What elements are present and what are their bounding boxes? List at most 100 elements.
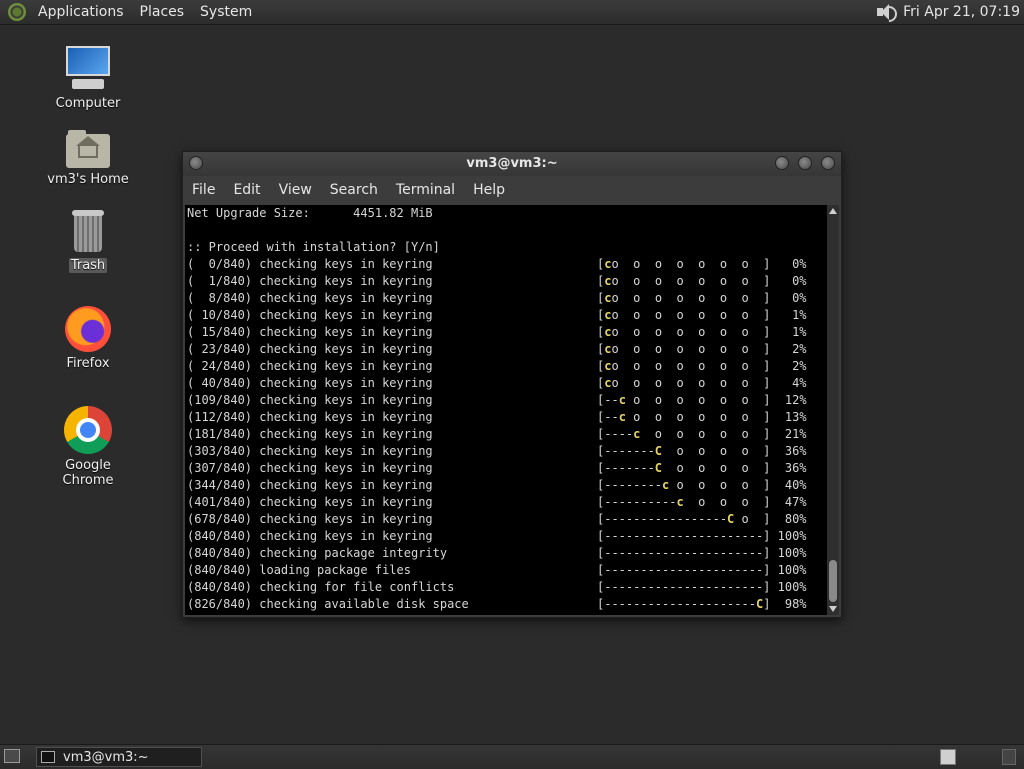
menu-edit[interactable]: Edit [224,182,269,198]
desktop-icon-home[interactable]: vm3's Home [38,130,138,187]
progress-bar: [----------------------] 100% [597,562,807,579]
desktop-icon-label: Firefox [66,356,110,371]
desktop-icon-trash[interactable]: Trash [38,210,138,273]
menu-help[interactable]: Help [464,182,514,198]
progress-bar-text: [----------------------] [597,563,771,577]
terminal-line-text: Net Upgrade Size: 4451.82 MiB [187,206,433,220]
terminal-line: (112/840) checking keys in keyring [--c o… [185,409,827,426]
terminal-line: ( 23/840) checking keys in keyring [co o … [185,341,827,358]
trash-icon [70,210,106,254]
show-desktop-icon[interactable] [4,749,20,763]
progress-bar-text: 100% [770,546,807,560]
terminal-line-text: (181/840) checking keys in keyring [187,427,433,441]
menu-file[interactable]: File [183,182,224,198]
home-folder-icon [66,130,110,168]
terminal-line: (840/840) loading package files [--------… [185,562,827,579]
desktop-icon-label: Computer [55,96,121,111]
menu-search[interactable]: Search [321,182,387,198]
close-button[interactable] [821,156,835,170]
volume-icon[interactable] [875,3,898,22]
menu-view[interactable]: View [270,182,321,198]
workspace-switcher[interactable] [940,749,956,765]
progress-bar: [co o o o o o o ] 1% [597,307,807,324]
progress-bar: [-------C o o o o ] 36% [597,460,807,477]
taskbar-button-label: vm3@vm3:~ [63,749,149,765]
progress-bar-text: 100% [770,580,807,594]
terminal-line: (840/840) checking keys in keyring [-----… [185,528,827,545]
terminal-line: ( 8/840) checking keys in keyring [co o o… [185,290,827,307]
progress-bar: [co o o o o o o ] 0% [597,273,807,290]
desktop-icon-label: vm3's Home [47,172,129,187]
desktop-icon-computer[interactable]: Computer [38,46,138,111]
terminal-line-text: (112/840) checking keys in keyring [187,410,433,424]
progress-bar-text: 100% [770,563,807,577]
terminal-line: (303/840) checking keys in keyring [-----… [185,443,827,460]
terminal-line: (678/840) checking keys in keyring [-----… [185,511,827,528]
scroll-down-icon[interactable] [829,606,837,612]
progress-bar-text: o o o o o o o ] 1% [611,325,807,339]
panel-tray: Fri Apr 21, 07:19 [875,0,1020,24]
progress-bar: [---------------------C] 98% [597,596,807,613]
terminal-line: (401/840) checking keys in keyring [-----… [185,494,827,511]
terminal-window: vm3@vm3:~ File Edit View Search Terminal… [182,151,842,618]
maximize-button[interactable] [798,156,812,170]
terminal-scrollbar[interactable] [827,205,839,615]
progress-bar-text: [------- [597,461,655,475]
distro-logo-icon[interactable] [8,3,26,21]
terminal-line: (840/840) checking package integrity [---… [185,545,827,562]
progress-bar-text: o o o o ] 36% [662,444,807,458]
desktop-icon-chrome[interactable]: Google Chrome [38,406,138,488]
terminal-line: (840/840) checking for file conflicts [--… [185,579,827,596]
menu-terminal[interactable]: Terminal [387,182,464,198]
terminal-line: (826/840) checking available disk space [… [185,596,827,613]
terminal-line-text: (840/840) checking package integrity [187,546,448,560]
clock[interactable]: Fri Apr 21, 07:19 [903,4,1020,20]
terminal-line-text: (826/840) checking available disk space [187,597,469,611]
terminal-line-text: (840/840) checking for file conflicts [187,580,455,594]
places-menu[interactable]: Places [132,4,193,20]
window-menubar: File Edit View Search Terminal Help [183,176,841,204]
applications-menu[interactable]: Applications [30,4,132,20]
progress-bar-text: o o o o o o ] 13% [625,410,807,424]
progress-bar-text: o o o ] 47% [683,495,807,509]
terminal-line: ( 1/840) checking keys in keyring [co o o… [185,273,827,290]
progress-bar-text: o o o o o o o ] 2% [611,359,807,373]
scroll-up-icon[interactable] [829,208,837,214]
scrollbar-thumb[interactable] [829,560,837,602]
progress-bar-text: o o o o o o o ] 0% [611,274,807,288]
terminal-line-text: :: Proceed with installation? [Y/n] [187,240,440,254]
progress-bar-text: o ] 80% [734,512,807,526]
trash-applet-icon[interactable] [1002,749,1016,765]
progress-bar: [--------c o o o o ] 40% [597,477,807,494]
computer-icon [64,46,112,92]
window-titlebar[interactable]: vm3@vm3:~ [183,152,841,176]
terminal-line: (109/840) checking keys in keyring [--c o… [185,392,827,409]
taskbar-button-terminal[interactable]: vm3@vm3:~ [36,747,202,767]
progress-bar-text: o o o o o ] 21% [640,427,807,441]
terminal-line-text: (307/840) checking keys in keyring [187,461,433,475]
system-menu[interactable]: System [192,4,260,20]
progress-bar-text: [----------------------] [597,546,771,560]
terminal-line: (344/840) checking keys in keyring [-----… [185,477,827,494]
minimize-button[interactable] [775,156,789,170]
terminal-line-text: (840/840) loading package files [187,563,411,577]
terminal-output[interactable]: Net Upgrade Size: 4451.82 MiB:: Proceed … [185,205,827,615]
progress-bar-text: 100% [770,529,807,543]
terminal-line: ( 0/840) checking keys in keyring [co o o… [185,256,827,273]
progress-bar-text: o o o o ] 40% [669,478,807,492]
terminal-line: ( 24/840) checking keys in keyring [co o … [185,358,827,375]
terminal-line: :: Proceed with installation? [Y/n] [185,239,827,256]
terminal-line-text: ( 40/840) checking keys in keyring [187,376,433,390]
terminal-line: ( 40/840) checking keys in keyring [co o … [185,375,827,392]
terminal-line-text: ( 23/840) checking keys in keyring [187,342,433,356]
terminal-icon [41,751,55,763]
progress-bar: [--c o o o o o o ] 13% [597,409,807,426]
progress-bar: [-------C o o o o ] 36% [597,443,807,460]
terminal-line-text: (109/840) checking keys in keyring [187,393,433,407]
desktop-icon-firefox[interactable]: Firefox [38,306,138,371]
terminal-line-text: (344/840) checking keys in keyring [187,478,433,492]
progress-bar-text: o o o o o o o ] 1% [611,308,807,322]
progress-bar-text: [------- [597,444,655,458]
progress-bar-text: o o o o o o o ] 2% [611,342,807,356]
